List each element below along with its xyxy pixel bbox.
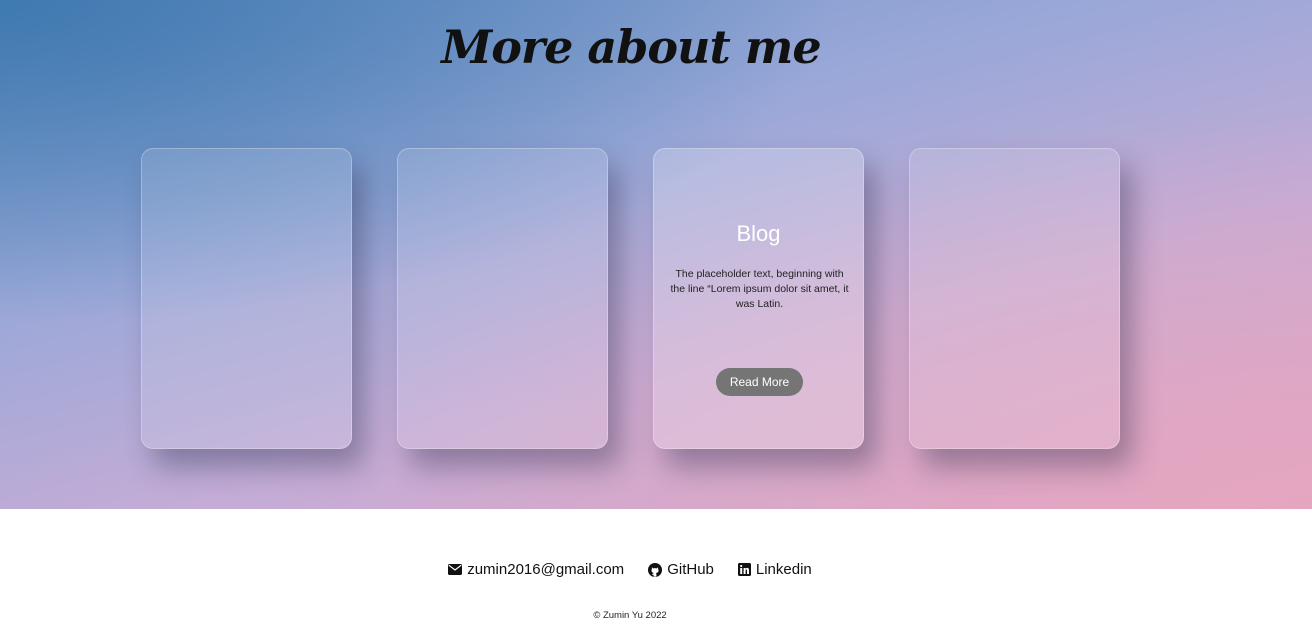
github-label: GitHub [667, 561, 714, 578]
copyright-text: © Zumin Yu 2022 [593, 610, 667, 621]
card-description: The placeholder text, beginning with the… [670, 268, 849, 310]
section-title: More about me [441, 20, 821, 74]
card-1[interactable] [141, 148, 352, 449]
contact-links: zumin2016@gmail.com GitHub Linkedin [0, 561, 1260, 578]
linkedin-label: Linkedin [755, 561, 812, 578]
linkedin-link[interactable]: Linkedin [737, 561, 812, 578]
card-title: Blog [736, 221, 781, 246]
linkedin-icon [737, 563, 751, 576]
github-icon [648, 562, 663, 577]
read-more-button[interactable]: Read More [716, 368, 803, 396]
github-link[interactable]: GitHub [648, 561, 714, 578]
card-blog[interactable]: Blog The placeholder text, beginning wit… [653, 148, 864, 449]
about-section: More about me Blog The placeholder text,… [0, 0, 1312, 509]
card-4[interactable] [909, 148, 1120, 449]
envelope-icon [448, 564, 463, 575]
email-label: zumin2016@gmail.com [467, 561, 625, 578]
email-link[interactable]: zumin2016@gmail.com [448, 561, 624, 578]
card-2[interactable] [397, 148, 608, 449]
